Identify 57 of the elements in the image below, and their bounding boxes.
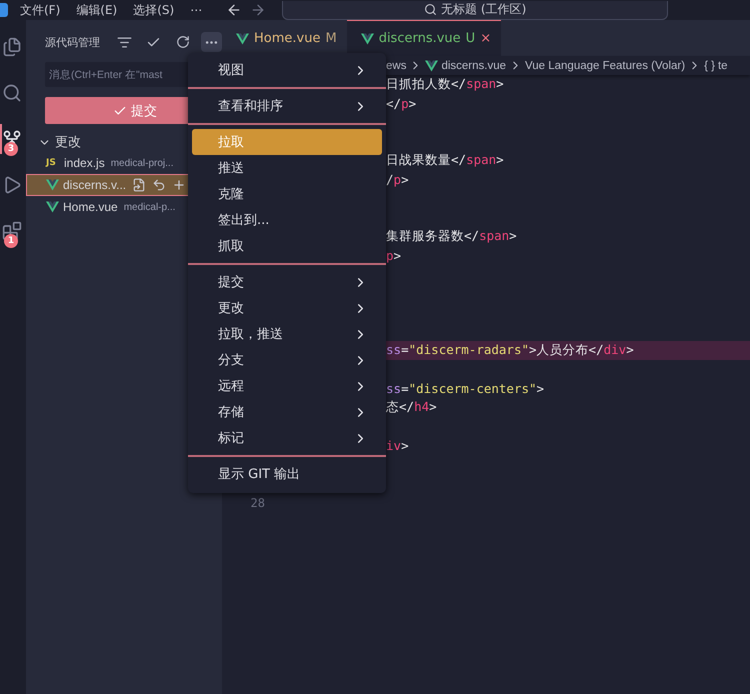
files-glyph-icon: [2, 37, 22, 57]
code-line: ss="discerm-radars">人员分布</div>: [386, 342, 634, 359]
file-name: index.js: [64, 156, 105, 170]
command-center-search[interactable]: 无标题 (工作区): [282, 0, 668, 20]
file-path: medical-proj...: [110, 158, 174, 168]
menu-item[interactable]: 显示 GIT 输出: [192, 461, 382, 487]
file-name: Home.vue: [63, 200, 118, 214]
menu-item[interactable]: 标记: [192, 425, 382, 451]
code-line: 日战果数量</span>: [386, 152, 504, 169]
vue-icon: [236, 32, 249, 44]
extensions-glyph-icon: [2, 221, 22, 241]
menu-item[interactable]: 文件(F): [20, 2, 60, 18]
breadcrumb[interactable]: te: [718, 60, 728, 72]
menu-item[interactable]: 提交: [192, 269, 382, 295]
menu-item[interactable]: 编辑(E): [76, 2, 118, 18]
editor-tab[interactable]: discerns.vue U ×: [346, 20, 502, 56]
js-file-icon: JS: [46, 158, 60, 168]
menu-item[interactable]: 拉取，推送: [192, 321, 382, 347]
vue-icon: [360, 32, 374, 44]
count-badge: 1: [4, 234, 18, 248]
menu-item[interactable]: 分支: [192, 347, 382, 373]
file-name: discerns.v...: [63, 178, 126, 192]
code-line: 日抓拍人数</span>: [386, 76, 504, 93]
count-badge: 3: [4, 142, 18, 156]
code-line: /p>: [386, 172, 409, 187]
code-line: </p>: [386, 96, 416, 111]
app-logo-icon: [0, 3, 8, 17]
menu-item[interactable]: ⋯: [190, 3, 202, 17]
code-line: p>: [386, 248, 402, 263]
menu-item[interactable]: 更改: [192, 295, 382, 321]
menu-item[interactable]: 存储: [192, 399, 382, 425]
more-icon[interactable]: [201, 32, 222, 52]
editor-tab[interactable]: Home.vue M: [222, 20, 347, 56]
breadcrumb[interactable]: discerns.vue: [441, 60, 506, 72]
open-file-icon[interactable]: [132, 178, 146, 192]
file-path: medical-p...: [124, 202, 176, 212]
vue-file-icon: [46, 201, 59, 213]
menu-item[interactable]: 远程: [192, 373, 382, 399]
undo-icon[interactable]: [152, 178, 166, 192]
line-number: 28: [250, 496, 265, 510]
vue-file-icon: [46, 179, 59, 191]
menu-item[interactable]: 选择(S): [133, 2, 174, 18]
breadcrumb[interactable]: ews: [386, 60, 406, 72]
panel-title: 源代码管理: [45, 34, 100, 50]
vue-icon: [425, 60, 438, 72]
search-glyph-icon: [2, 83, 22, 103]
close-button[interactable]: ×: [480, 31, 492, 46]
code-line: iv>: [386, 438, 409, 453]
code-line: ss="discerm-centers">: [386, 381, 544, 396]
menu-item[interactable]: 抓取: [192, 233, 382, 259]
breadcrumb[interactable]: { }: [704, 60, 715, 72]
breadcrumb[interactable]: Vue Language Features (Volar): [525, 60, 686, 72]
search-icon: [424, 3, 438, 16]
code-line: 集群服务器数</span>: [386, 228, 517, 245]
menu-item[interactable]: 签出到...: [192, 207, 382, 233]
code-line: 态</h4>: [386, 399, 437, 416]
plus-icon[interactable]: [172, 178, 186, 192]
